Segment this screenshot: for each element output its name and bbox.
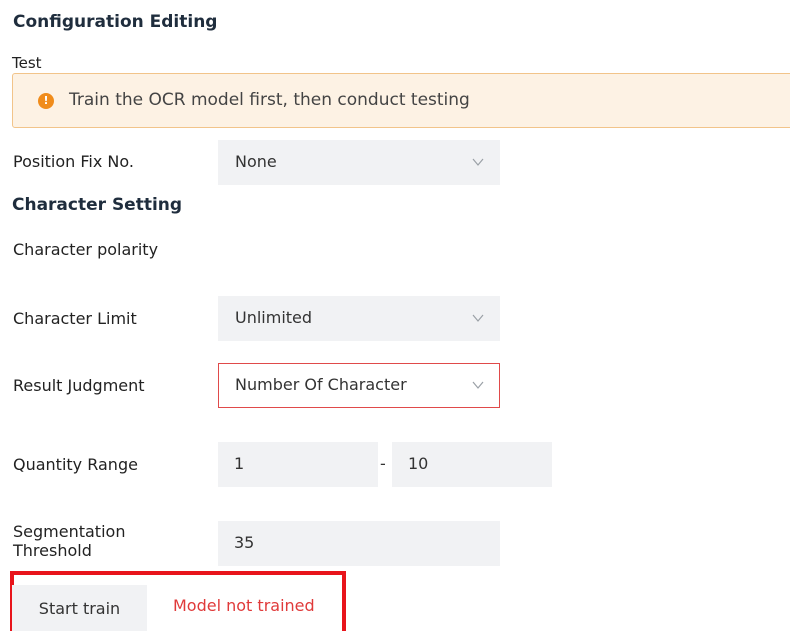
quantity-range-min-value: 1: [234, 454, 245, 473]
warning-icon: !: [38, 93, 54, 109]
chevron-down-icon: [472, 314, 484, 322]
position-fix-label: Position Fix No.: [13, 152, 134, 171]
range-separator: -: [380, 454, 386, 473]
character-polarity-label: Character polarity: [13, 240, 159, 259]
quantity-range-max-value: 10: [408, 454, 429, 473]
character-limit-select[interactable]: Unlimited: [218, 296, 500, 341]
result-judgment-select[interactable]: Number Of Character: [218, 363, 500, 408]
position-fix-value: None: [235, 152, 277, 171]
chevron-down-icon: [472, 158, 484, 166]
chevron-down-icon: [472, 381, 484, 389]
position-fix-select[interactable]: None: [218, 140, 500, 185]
character-limit-value: Unlimited: [235, 308, 313, 327]
model-status-text: Model not trained: [173, 596, 315, 615]
segmentation-threshold-input[interactable]: 35: [218, 521, 500, 566]
quantity-range-label: Quantity Range: [13, 455, 138, 474]
configuration-panel: Configuration Editing Test ! Train the O…: [0, 0, 790, 631]
segmentation-label-line1: Segmentation: [13, 522, 126, 541]
test-warning-alert: ! Train the OCR model first, then conduc…: [12, 73, 790, 128]
page-title: Configuration Editing: [13, 12, 218, 32]
character-limit-label: Character Limit: [13, 309, 137, 328]
quantity-range-min-input[interactable]: 1: [218, 442, 378, 487]
quantity-range-max-input[interactable]: 10: [392, 442, 552, 487]
segmentation-label-line2: Threshold: [13, 541, 92, 560]
segmentation-threshold-label: Segmentation Threshold: [13, 522, 125, 560]
result-judgment-value: Number Of Character: [235, 375, 407, 394]
test-label: Test: [12, 54, 42, 72]
character-setting-title: Character Setting: [12, 195, 183, 215]
start-train-button[interactable]: Start train: [12, 585, 147, 631]
segmentation-threshold-value: 35: [234, 533, 255, 552]
result-judgment-label: Result Judgment: [13, 376, 145, 395]
alert-message: Train the OCR model first, then conduct …: [69, 90, 470, 110]
